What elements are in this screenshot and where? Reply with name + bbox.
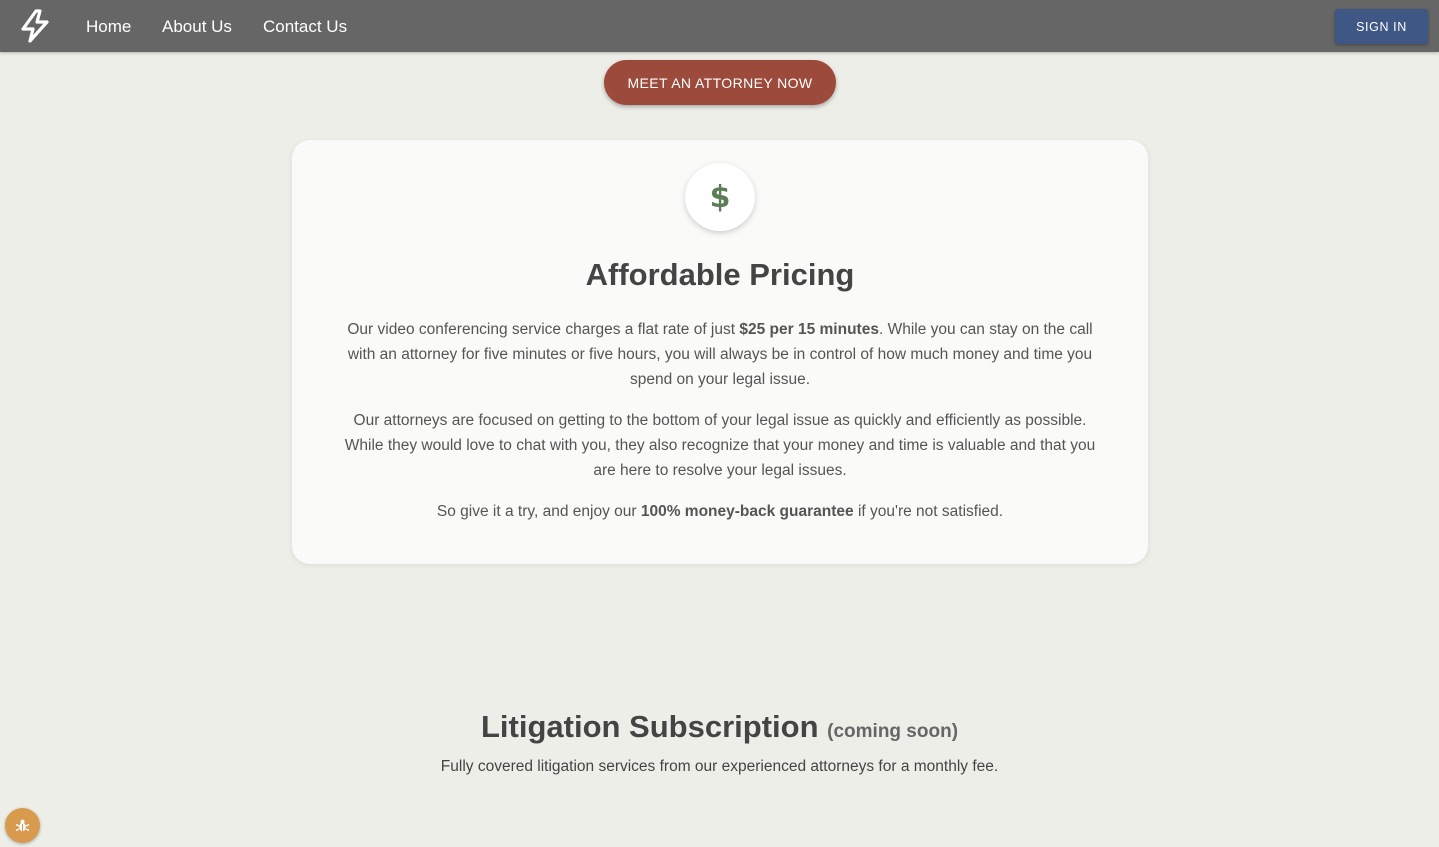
coming-soon-label: (coming soon) bbox=[827, 721, 959, 742]
bug-icon bbox=[15, 819, 30, 832]
litigation-title-text: Litigation Subscription bbox=[480, 709, 819, 744]
lightning-bolt-icon[interactable] bbox=[18, 8, 52, 44]
nav-link-contact-us[interactable]: Contact Us bbox=[263, 16, 347, 38]
pricing-paragraph-guarantee: So give it a try, and enjoy our 100% mon… bbox=[336, 499, 1104, 524]
guarantee-text-after: if you're not satisfied. bbox=[853, 503, 1004, 520]
pricing-paragraph-focus: Our attorneys are focused on getting to … bbox=[344, 412, 1096, 479]
svg-text:$: $ bbox=[710, 180, 730, 214]
litigation-title: Litigation Subscription (coming soon) bbox=[0, 706, 1439, 753]
top-navbar: Home About Us Contact Us SIGN IN bbox=[0, 0, 1439, 52]
nav-link-home[interactable]: Home bbox=[86, 16, 131, 38]
nav-link-about-us[interactable]: About Us bbox=[162, 16, 232, 38]
meet-attorney-button[interactable]: MEET AN ATTORNEY NOW bbox=[604, 60, 836, 105]
guarantee-text-before: So give it a try, and enjoy our bbox=[436, 503, 641, 520]
rate-text-before: Our video conferencing service charges a… bbox=[347, 321, 740, 338]
pricing-paragraph-rate: Our video conferencing service charges a… bbox=[336, 317, 1104, 392]
bug-report-button[interactable] bbox=[5, 808, 40, 843]
dollar-sign-icon: $ bbox=[685, 163, 755, 231]
pricing-title: Affordable Pricing bbox=[585, 257, 855, 292]
litigation-subtitle: Fully covered litigation services from o… bbox=[440, 758, 999, 775]
pricing-card: $ Affordable Pricing Our video conferenc… bbox=[292, 140, 1148, 564]
rate-highlight: $25 per 15 minutes bbox=[739, 321, 879, 338]
sign-in-button[interactable]: SIGN IN bbox=[1335, 9, 1428, 44]
guarantee-highlight: 100% money-back guarantee bbox=[640, 503, 854, 520]
